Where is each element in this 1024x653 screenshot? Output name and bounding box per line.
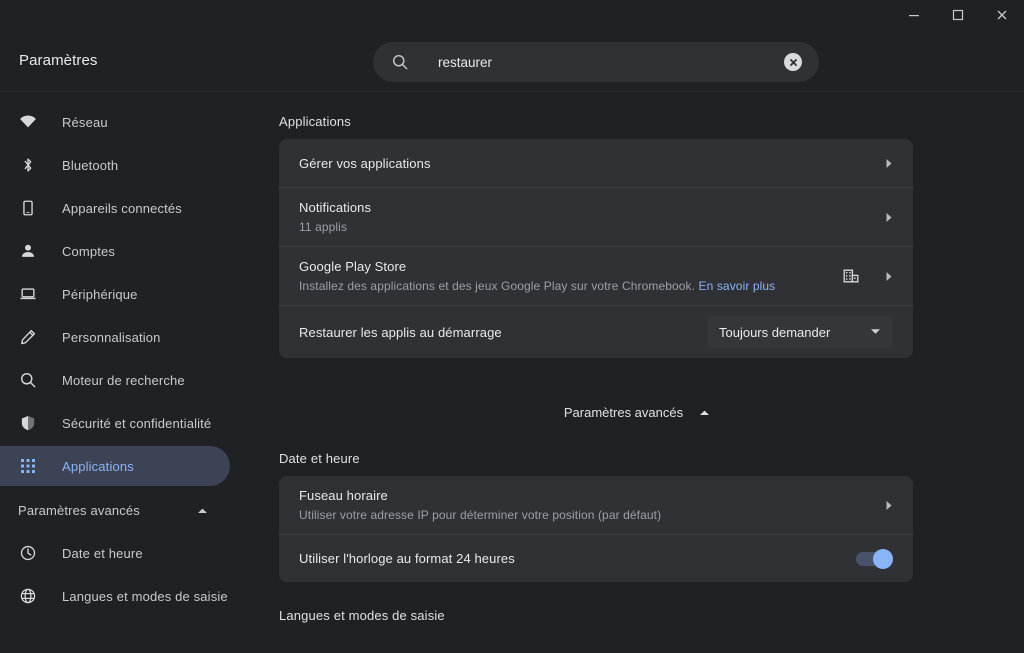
wifi-icon	[18, 112, 38, 132]
row-title: Gérer vos applications	[299, 155, 431, 171]
sidebar-item-label: Appareils connectés	[62, 200, 182, 216]
row-title: Restaurer les applis au démarrage	[299, 324, 502, 340]
row-24-hour-clock: Utiliser l'horloge au format 24 heures	[279, 534, 913, 582]
window-titlebar	[0, 0, 1024, 30]
page-title: Paramètres	[19, 52, 98, 69]
date-time-card: Fuseau horaire Utiliser votre adresse IP…	[279, 476, 913, 582]
chevron-down-icon	[870, 328, 881, 337]
sidebar-item-label: Sécurité et confidentialité	[62, 415, 212, 431]
sidebar-item-label: Bluetooth	[62, 157, 119, 173]
advanced-settings-expander[interactable]: Paramètres avancés	[250, 394, 1024, 430]
close-icon	[997, 10, 1007, 20]
row-title: Notifications	[299, 200, 372, 215]
sidebar-item-reseau[interactable]: Réseau	[0, 102, 230, 142]
chevron-up-icon	[699, 405, 710, 420]
chevron-up-icon	[197, 503, 208, 518]
restore-apps-select-value: Toujours demander	[719, 324, 831, 340]
clock-icon	[18, 543, 38, 563]
person-icon	[18, 241, 38, 261]
search-input[interactable]	[438, 54, 784, 70]
close-button[interactable]	[980, 0, 1024, 30]
chevron-right-icon	[885, 212, 893, 223]
section-title-date-et-heure: Date et heure	[279, 451, 360, 466]
toggle-knob	[873, 548, 893, 569]
advanced-settings-label: Paramètres avancés	[563, 404, 684, 420]
sidebar-item-moteur-de-recherche[interactable]: Moteur de recherche	[0, 360, 230, 400]
search-icon	[391, 53, 409, 71]
restore-apps-select[interactable]: Toujours demander	[707, 316, 893, 348]
row-subtitle-text: Installez des applications et des jeux G…	[299, 279, 696, 293]
sidebar-item-securite-et-confidentialite[interactable]: Sécurité et confidentialité	[0, 403, 230, 443]
sidebar: Réseau Bluetooth Appareils connectés Com…	[0, 93, 250, 653]
chevron-right-icon	[885, 271, 893, 282]
row-subtitle: Installez des applications et des jeux G…	[299, 277, 833, 295]
sidebar-item-label: Périphérique	[62, 286, 138, 302]
row-title: Utiliser l'horloge au format 24 heures	[299, 551, 515, 566]
row-restore-apps-on-startup: Restaurer les applis au démarrage Toujou…	[279, 305, 913, 358]
section-title-langues: Langues et modes de saisie	[279, 608, 445, 623]
maximize-button[interactable]	[936, 0, 980, 30]
clear-search-button[interactable]	[784, 53, 802, 71]
pen-icon	[18, 327, 38, 347]
sidebar-item-label: Langues et modes de saisie	[62, 588, 228, 604]
sidebar-item-label: Moteur de recherche	[62, 372, 185, 388]
learn-more-link[interactable]: En savoir plus	[699, 279, 776, 293]
laptop-icon	[18, 284, 38, 304]
app-header: Paramètres	[0, 30, 1024, 92]
sidebar-item-applications[interactable]: Applications	[0, 446, 230, 486]
maximize-icon	[952, 9, 964, 21]
sidebar-advanced-label: Paramètres avancés	[18, 502, 140, 518]
row-notifications[interactable]: Notifications 11 applis	[279, 187, 913, 246]
sidebar-item-bluetooth[interactable]: Bluetooth	[0, 145, 230, 185]
sidebar-item-peripherique[interactable]: Périphérique	[0, 274, 230, 314]
row-title: Google Play Store	[299, 259, 407, 274]
clock-24h-toggle[interactable]	[856, 548, 893, 569]
applications-card: Gérer vos applications Notifications 11 …	[279, 139, 913, 358]
sidebar-item-label: Personnalisation	[62, 329, 161, 345]
clear-icon	[789, 58, 797, 66]
row-manage-apps[interactable]: Gérer vos applications	[279, 139, 913, 187]
row-google-play-store[interactable]: Google Play Store Installez des applicat…	[279, 246, 913, 305]
phone-icon	[18, 198, 38, 218]
main-content: Applications Gérer vos applications Noti…	[250, 93, 1024, 653]
row-title: Fuseau horaire	[299, 488, 388, 503]
row-subtitle: Utiliser votre adresse IP pour détermine…	[299, 508, 662, 522]
apps-grid-icon	[18, 456, 38, 476]
sidebar-item-langues-et-modes-de-saisie[interactable]: Langues et modes de saisie	[0, 576, 230, 616]
sidebar-item-label: Applications	[62, 458, 134, 474]
enterprise-building-icon	[843, 268, 859, 284]
bluetooth-icon	[18, 155, 38, 175]
shield-icon	[18, 413, 38, 433]
sidebar-item-personnalisation[interactable]: Personnalisation	[0, 317, 230, 357]
sidebar-item-label: Date et heure	[62, 545, 143, 561]
sidebar-advanced-expander[interactable]: Paramètres avancés	[0, 490, 230, 530]
sidebar-item-label: Réseau	[62, 114, 108, 130]
minimize-button[interactable]	[892, 0, 936, 30]
chevron-right-icon	[885, 158, 893, 169]
sidebar-item-date-et-heure[interactable]: Date et heure	[0, 533, 230, 573]
sidebar-item-appareils-connectes[interactable]: Appareils connectés	[0, 188, 230, 228]
minimize-icon	[909, 15, 919, 17]
search-box[interactable]	[373, 42, 819, 82]
globe-icon	[18, 586, 38, 606]
row-subtitle: 11 applis	[299, 220, 348, 234]
row-timezone[interactable]: Fuseau horaire Utiliser votre adresse IP…	[279, 476, 913, 534]
sidebar-item-label: Comptes	[62, 243, 116, 259]
section-title-applications: Applications	[279, 114, 351, 129]
chevron-right-icon	[885, 500, 893, 511]
search-icon	[18, 370, 38, 390]
sidebar-item-comptes[interactable]: Comptes	[0, 231, 230, 271]
